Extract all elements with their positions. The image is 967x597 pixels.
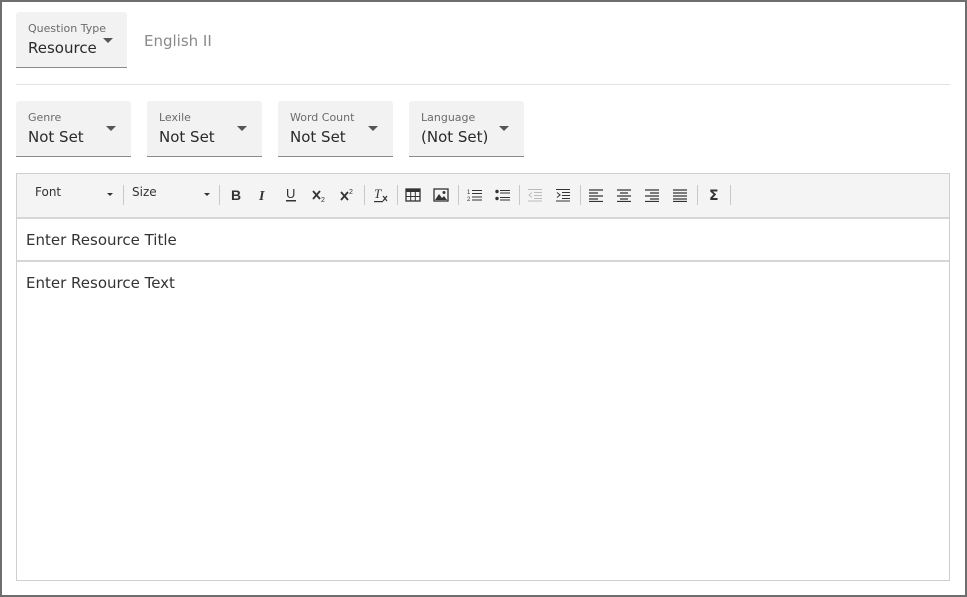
question-type-value: Resource <box>28 39 97 57</box>
svg-text:U: U <box>286 187 295 201</box>
lexile-label: Lexile <box>159 111 191 124</box>
sigma-icon[interactable]: Σ <box>703 184 725 206</box>
image-icon[interactable] <box>430 184 452 206</box>
caret-down-icon <box>103 38 113 43</box>
toolbar-separator <box>519 185 520 205</box>
size-select-label: Size <box>132 185 157 199</box>
size-select[interactable]: Size <box>132 185 212 205</box>
divider <box>16 84 950 85</box>
table-icon[interactable] <box>402 184 424 206</box>
indent-icon[interactable] <box>552 184 574 206</box>
resource-title-placeholder: Enter Resource Title <box>26 231 177 249</box>
font-select-label: Font <box>35 185 62 199</box>
caret-down-icon <box>499 126 509 131</box>
word-count-select[interactable]: Word Count Not Set <box>278 101 393 157</box>
genre-label: Genre <box>28 111 62 124</box>
svg-text:I: I <box>258 189 265 202</box>
toolbar-separator <box>458 185 459 205</box>
toolbar-separator <box>580 185 581 205</box>
svg-text:B: B <box>231 188 241 202</box>
underline-icon[interactable]: U <box>280 184 302 206</box>
resource-text-input[interactable]: Enter Resource Text <box>17 262 949 580</box>
caret-down-icon <box>106 126 116 131</box>
svg-text:2: 2 <box>467 197 471 202</box>
caret-down-icon <box>107 193 113 196</box>
resource-title-input[interactable]: Enter Resource Title <box>17 219 949 262</box>
bold-icon[interactable]: B <box>225 184 247 206</box>
svg-text:Σ: Σ <box>709 188 719 202</box>
remove-format-icon[interactable]: T <box>370 184 392 206</box>
svg-text:2: 2 <box>349 189 353 196</box>
svg-text:T: T <box>374 187 382 201</box>
align-right-icon[interactable] <box>641 184 663 206</box>
word-count-label: Word Count <box>290 111 355 124</box>
numbered-list-icon[interactable]: 12 <box>464 184 486 206</box>
toolbar-separator <box>364 185 365 205</box>
language-label: Language <box>421 111 476 124</box>
italic-icon[interactable]: I <box>252 184 274 206</box>
question-type-label: Question Type <box>28 22 106 35</box>
align-left-icon[interactable] <box>585 184 607 206</box>
caret-down-icon <box>204 193 210 196</box>
lexile-select[interactable]: Lexile Not Set <box>147 101 262 157</box>
subject-label: English II <box>144 32 212 50</box>
toolbar-separator <box>730 185 731 205</box>
genre-value: Not Set <box>28 128 84 146</box>
language-select[interactable]: Language (Not Set) <box>409 101 524 157</box>
editor-toolbar: Font Size B I U 2 2 T 12 Σ <box>17 174 949 219</box>
bulleted-list-icon[interactable] <box>492 184 514 206</box>
resource-text-placeholder: Enter Resource Text <box>26 274 175 292</box>
font-select[interactable]: Font <box>35 185 125 205</box>
toolbar-separator <box>397 185 398 205</box>
justify-icon[interactable] <box>669 184 691 206</box>
subscript-icon[interactable]: 2 <box>308 184 330 206</box>
language-value: (Not Set) <box>421 128 489 146</box>
word-count-value: Not Set <box>290 128 346 146</box>
superscript-icon[interactable]: 2 <box>336 184 358 206</box>
toolbar-separator <box>123 185 124 205</box>
svg-text:1: 1 <box>467 190 471 196</box>
lexile-value: Not Set <box>159 128 215 146</box>
genre-select[interactable]: Genre Not Set <box>16 101 131 157</box>
rich-text-editor: Font Size B I U 2 2 T 12 Σ Enter Resourc… <box>16 173 950 581</box>
window-frame: Question Type Resource English II Genre … <box>0 0 967 597</box>
toolbar-separator <box>219 185 220 205</box>
caret-down-icon <box>237 126 247 131</box>
outdent-icon[interactable] <box>524 184 546 206</box>
toolbar-separator <box>697 185 698 205</box>
caret-down-icon <box>368 126 378 131</box>
align-center-icon[interactable] <box>613 184 635 206</box>
svg-text:2: 2 <box>321 197 325 202</box>
question-type-select[interactable]: Question Type Resource <box>16 12 127 68</box>
